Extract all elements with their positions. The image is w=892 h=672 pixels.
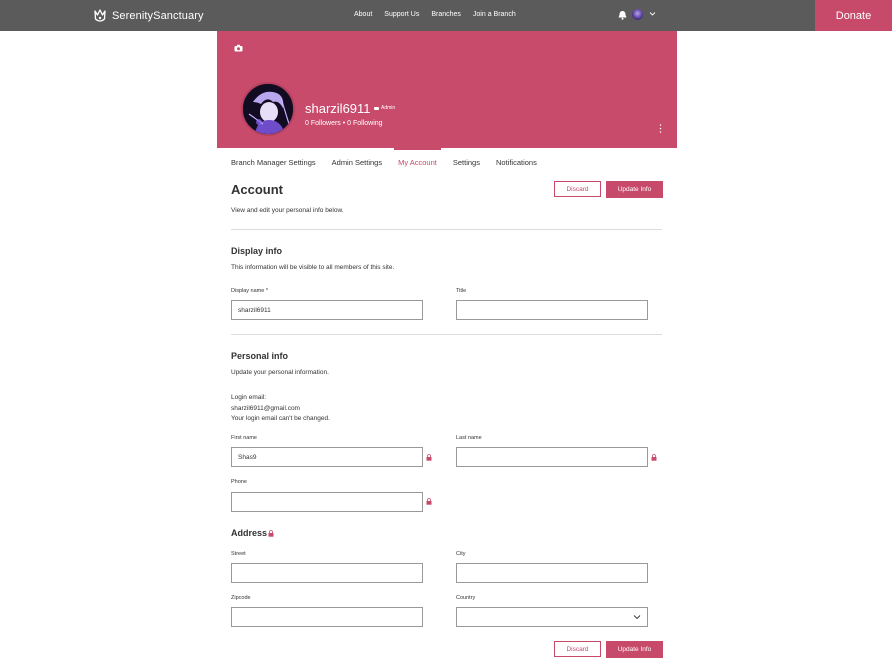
personal-info-title: Personal info	[231, 351, 289, 361]
login-email-note: Your login email can't be changed.	[231, 415, 330, 422]
nav-item-join-a-branch[interactable]: Join a Branch	[473, 11, 516, 18]
address-title-row: Address	[231, 528, 274, 538]
zipcode-input[interactable]	[231, 607, 423, 627]
zipcode-label: Zipcode	[231, 595, 251, 601]
tab-settings[interactable]: Settings	[453, 148, 480, 172]
admin-badge-icon	[374, 106, 379, 110]
discard-button-top[interactable]: Discard	[554, 181, 601, 197]
login-email-value: sharzil6911@gmail.com	[231, 404, 300, 412]
profile-avatar[interactable]	[241, 82, 295, 136]
lock-icon	[426, 454, 432, 461]
crown-logo-icon	[94, 9, 106, 22]
discard-button-bottom[interactable]: Discard	[554, 641, 601, 657]
nav-item-branches[interactable]: Branches	[431, 11, 461, 18]
tab-my-account[interactable]: My Account	[394, 148, 441, 172]
street-label: Street	[231, 551, 246, 557]
account-subtitle: View and edit your personal info below.	[231, 207, 344, 214]
phone-label: Phone	[231, 479, 247, 485]
divider	[231, 229, 662, 230]
donate-button[interactable]: Donate	[815, 0, 892, 31]
role-label: Admin	[381, 105, 396, 111]
site-name: SerenitySanctuary	[112, 10, 204, 22]
chevron-down-icon	[633, 615, 641, 620]
street-input[interactable]	[231, 563, 423, 583]
camera-icon[interactable]	[234, 44, 243, 52]
site-logo[interactable]: SerenitySanctuary	[93, 7, 204, 25]
lock-icon	[651, 454, 657, 461]
more-vertical-icon[interactable]	[659, 124, 662, 133]
address-title: Address	[231, 528, 268, 538]
first-name-input[interactable]: Shas9	[231, 447, 423, 467]
role-badge: Admin	[374, 105, 395, 111]
last-name-input[interactable]	[456, 447, 648, 467]
avatar-image	[243, 84, 293, 134]
update-info-button-top[interactable]: Update Info	[606, 181, 663, 198]
profile-tabs: Branch Manager Settings Admin Settings M…	[231, 148, 553, 172]
phone-input[interactable]	[231, 492, 423, 512]
city-input[interactable]	[456, 563, 648, 583]
update-info-button-bottom[interactable]: Update Info	[606, 641, 663, 658]
country-label: Country	[456, 595, 476, 601]
country-select[interactable]	[456, 607, 648, 627]
lock-icon	[426, 498, 432, 505]
first-name-label: First name	[231, 435, 257, 441]
display-name-label: Display name *	[231, 288, 268, 294]
login-email-label: Login email:	[231, 394, 267, 401]
user-avatar-small[interactable]	[632, 9, 643, 20]
bell-icon[interactable]	[618, 10, 627, 20]
chevron-down-icon[interactable]	[649, 11, 656, 17]
tab-admin-settings[interactable]: Admin Settings	[332, 148, 382, 172]
personal-info-subtitle: Update your personal information.	[231, 369, 329, 376]
tab-notifications[interactable]: Notifications	[496, 148, 537, 172]
nav-item-about[interactable]: About	[354, 11, 372, 18]
nav-item-support-us[interactable]: Support Us	[384, 11, 419, 18]
top-navigation-bar: SerenitySanctuary About Support Us Branc…	[0, 0, 892, 31]
display-name-input[interactable]: sharzil6911	[231, 300, 423, 320]
title-label: Title	[456, 288, 467, 294]
follow-counts[interactable]: 0 Followers • 0 Following	[305, 120, 383, 127]
profile-username: sharzil6911	[305, 101, 371, 116]
lock-icon	[268, 529, 274, 537]
main-nav: About Support Us Branches Join a Branch	[354, 11, 516, 18]
display-info-subtitle: This information will be visible to all …	[231, 264, 395, 271]
tab-branch-manager-settings[interactable]: Branch Manager Settings	[231, 148, 316, 172]
profile-cover: sharzil6911 Admin 0 Followers • 0 Follow…	[217, 31, 677, 148]
display-info-title: Display info	[231, 246, 283, 256]
title-input[interactable]	[456, 300, 648, 320]
city-label: City	[456, 551, 466, 557]
divider	[231, 334, 662, 335]
last-name-label: Last name	[456, 435, 482, 441]
page-title: Account	[231, 182, 283, 197]
login-email-block: Login email: sharzil6911@gmail.com Your …	[231, 393, 330, 425]
